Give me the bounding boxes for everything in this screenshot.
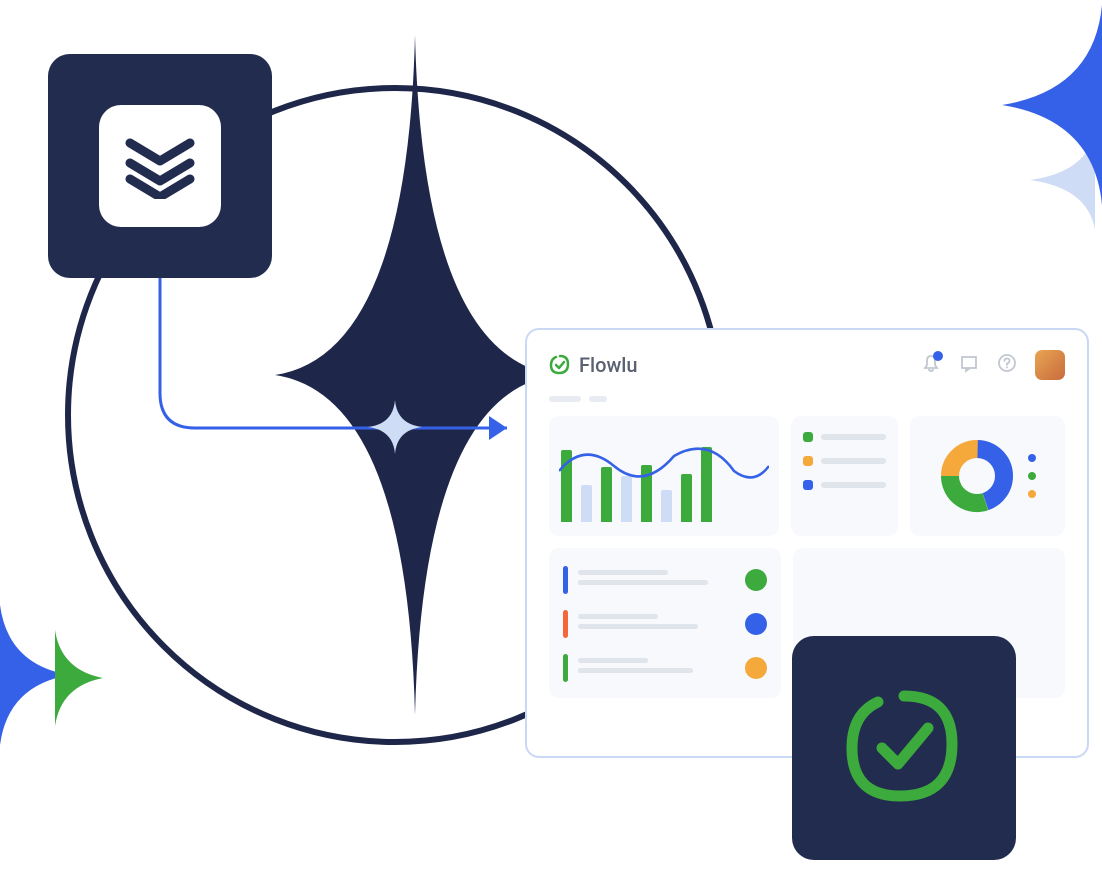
avatar-icon [745,657,767,679]
sparkle-icon [368,400,422,454]
mini-list-widget[interactable] [791,416,898,536]
donut-chart-icon [940,439,1014,513]
chart-legend [1028,454,1036,498]
flowlu-logo-icon [549,354,571,376]
bar-chart-widget[interactable] [549,416,779,536]
flowlu-check-icon [840,684,968,812]
feed-item [563,610,767,638]
star-decoration-icon [55,630,103,726]
notification-dot-icon [933,351,943,361]
donut-chart-widget[interactable] [910,416,1065,536]
list-item [803,480,886,490]
feed-item [563,654,767,682]
brand: Flowlu [549,353,638,377]
todoist-app-card [48,54,272,278]
help-button[interactable] [997,353,1017,377]
four-point-star-icon [275,35,555,715]
notifications-button[interactable] [921,353,941,377]
avatar-icon [745,613,767,635]
user-avatar[interactable] [1035,350,1065,380]
chat-button[interactable] [959,353,979,377]
toolbar-placeholder [549,396,1065,402]
activity-feed-widget[interactable] [549,548,781,698]
avatar-icon [745,569,767,591]
todoist-logo [99,105,221,227]
feed-item [563,566,767,594]
list-item [803,456,886,466]
app-title: Flowlu [579,353,638,377]
list-item [803,432,886,442]
star-decoration-icon [1002,5,1102,205]
app-header: Flowlu [549,350,1065,380]
flowlu-badge-card [792,636,1016,860]
